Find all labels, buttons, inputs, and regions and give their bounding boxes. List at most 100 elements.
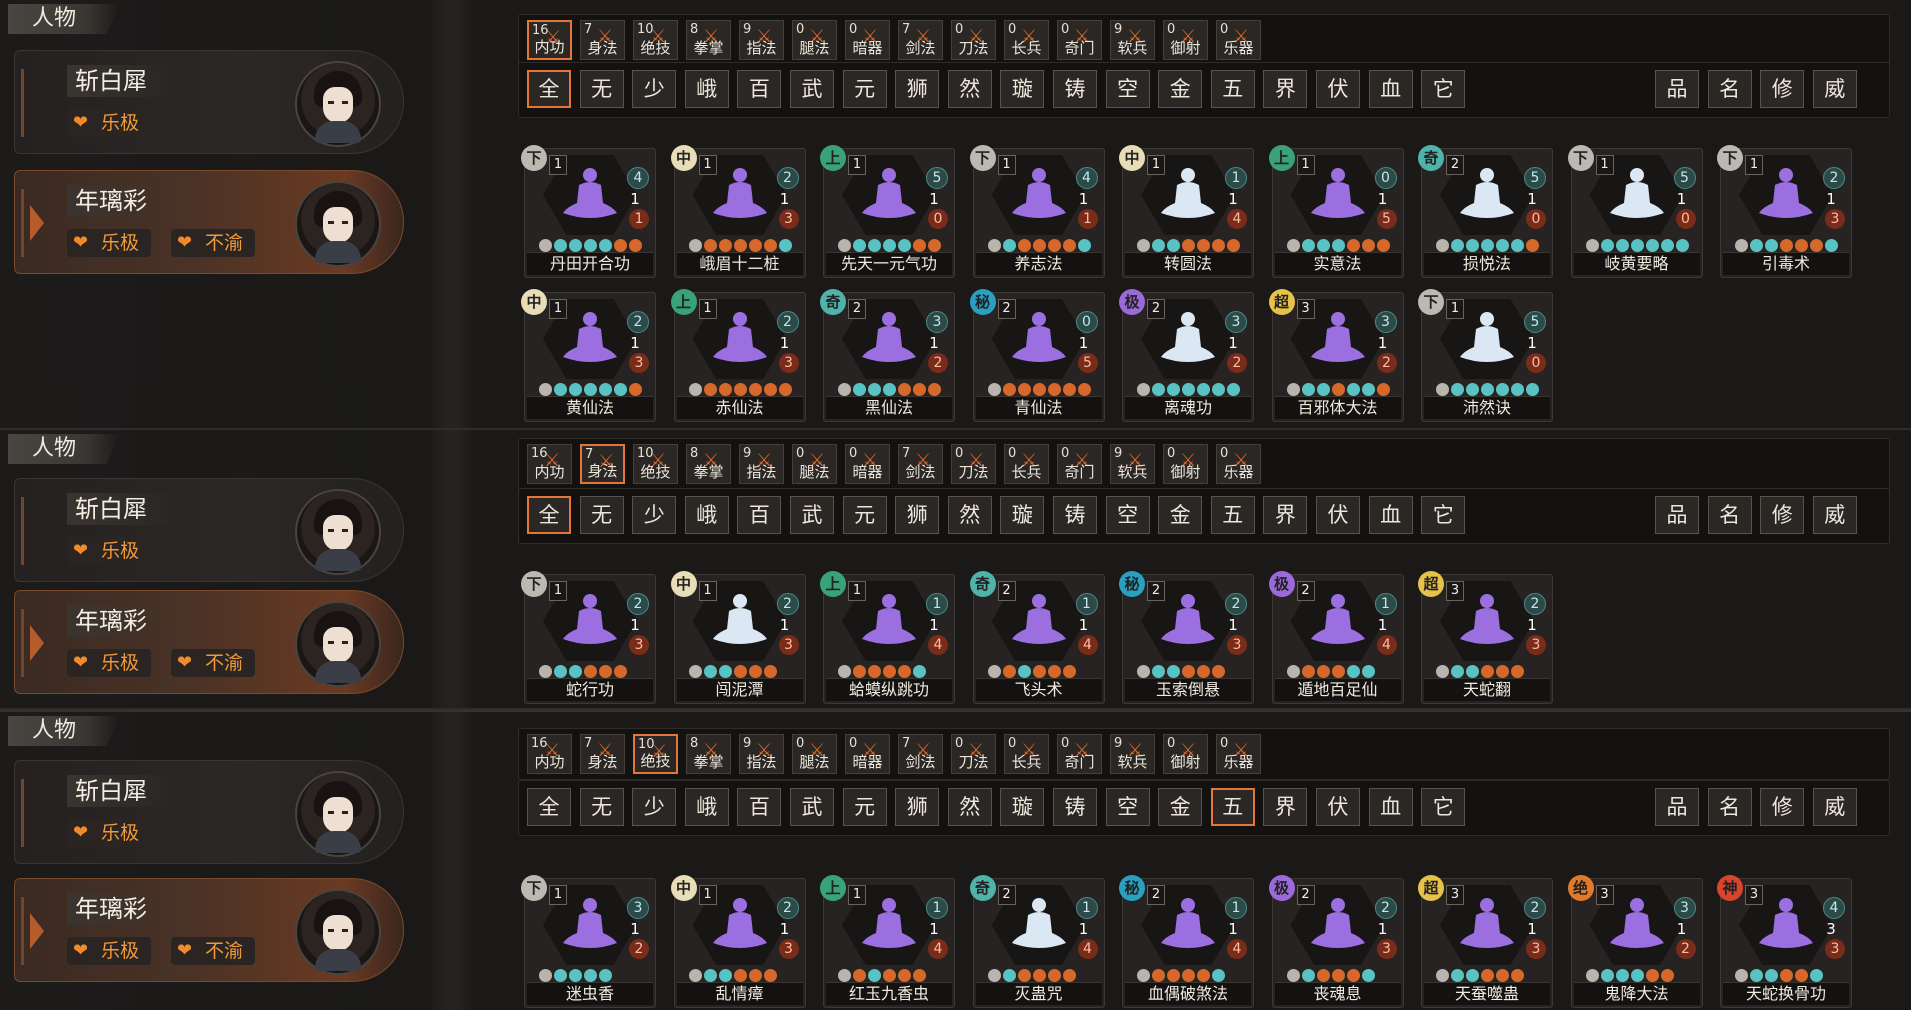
filter-button[interactable]: 峨 — [684, 70, 729, 108]
filter-button[interactable]: 然 — [947, 788, 992, 826]
category-tab[interactable]: 0 ⚔ 御射 — [1163, 20, 1208, 60]
category-tab[interactable]: 7 ⚔ 身法 — [580, 734, 625, 774]
category-tab[interactable]: 0 ⚔ 长兵 — [1004, 20, 1049, 60]
skill-card[interactable]: 极 2 2 1 3 丧魂息 — [1268, 875, 1404, 1008]
filter-button[interactable]: 璇 — [1000, 496, 1045, 534]
skill-card[interactable]: 上 1 2 1 3 赤仙法 — [670, 289, 806, 422]
category-tab[interactable]: 16 ⚔ 内功 — [527, 734, 572, 774]
category-tab[interactable]: 0 ⚔ 腿法 — [792, 734, 837, 774]
skill-card[interactable]: 超 3 2 1 3 天蚕噬蛊 — [1418, 875, 1553, 1008]
filter-button[interactable]: 少 — [632, 496, 677, 534]
category-tab[interactable]: 7 ⚔ 剑法 — [898, 444, 943, 484]
sort-button[interactable]: 修 — [1760, 788, 1805, 826]
sort-button[interactable]: 品 — [1655, 788, 1699, 826]
filter-button[interactable]: 百 — [737, 496, 782, 534]
filter-button[interactable]: 它 — [1421, 788, 1466, 826]
filter-button[interactable]: 全 — [527, 70, 571, 108]
skill-card[interactable]: 下 1 3 1 2 迷虫香 — [521, 875, 656, 1008]
skill-card[interactable]: 极 2 3 1 2 离魂功 — [1119, 289, 1254, 422]
character-card[interactable]: 斩白犀 ❤ 乐极 — [14, 50, 404, 154]
category-tab[interactable]: 8 ⚔ 拳掌 — [686, 444, 731, 484]
skill-card[interactable]: 上 1 1 1 4 红玉九香虫 — [820, 875, 955, 1008]
category-tab[interactable]: 9 ⚔ 指法 — [739, 444, 784, 484]
skill-card[interactable]: 下 1 5 1 0 岐黄要略 — [1567, 145, 1703, 278]
filter-button[interactable]: 界 — [1263, 788, 1308, 826]
filter-button[interactable]: 元 — [842, 788, 887, 826]
filter-button[interactable]: 武 — [790, 70, 834, 108]
category-tab[interactable]: 0 ⚔ 腿法 — [792, 20, 837, 60]
filter-button[interactable]: 金 — [1158, 70, 1203, 108]
filter-button[interactable]: 然 — [947, 70, 992, 108]
category-tab[interactable]: 8 ⚔ 拳掌 — [686, 734, 731, 774]
category-tab[interactable]: 9 ⚔ 指法 — [739, 20, 784, 60]
category-tab[interactable]: 0 ⚔ 长兵 — [1004, 734, 1049, 774]
skill-card[interactable]: 超 3 2 1 3 天蛇翻 — [1418, 571, 1553, 704]
filter-button[interactable]: 铸 — [1053, 496, 1097, 534]
filter-button[interactable]: 元 — [842, 70, 887, 108]
avatar[interactable] — [295, 61, 381, 147]
category-tab[interactable]: 0 ⚔ 暗器 — [845, 20, 890, 60]
skill-card[interactable]: 上 1 5 1 0 先天一元气功 — [820, 145, 955, 278]
category-tab[interactable]: 9 ⚔ 软兵 — [1110, 444, 1155, 484]
filter-button[interactable]: 伏 — [1316, 70, 1360, 108]
skill-card[interactable]: 中 1 1 1 4 转圆法 — [1119, 145, 1254, 278]
filter-button[interactable]: 五 — [1210, 496, 1255, 534]
filter-button[interactable]: 百 — [737, 788, 782, 826]
filter-button[interactable]: 界 — [1263, 496, 1308, 534]
filter-button[interactable]: 全 — [527, 496, 571, 534]
category-tab[interactable]: 0 ⚔ 乐器 — [1216, 734, 1261, 774]
filter-button[interactable]: 峨 — [684, 496, 729, 534]
skill-card[interactable]: 上 1 1 1 4 蛤蟆纵跳功 — [820, 571, 955, 704]
filter-button[interactable]: 铸 — [1053, 70, 1097, 108]
category-tab[interactable]: 0 ⚔ 御射 — [1163, 734, 1208, 774]
filter-button[interactable]: 空 — [1105, 496, 1150, 534]
filter-button[interactable]: 金 — [1158, 496, 1203, 534]
skill-card[interactable]: 奇 2 5 1 0 损悦法 — [1418, 145, 1553, 278]
skill-card[interactable]: 下 1 5 1 0 沛然诀 — [1418, 289, 1553, 422]
category-tab[interactable]: 9 ⚔ 软兵 — [1110, 734, 1155, 774]
filter-button[interactable]: 狮 — [895, 788, 940, 826]
skill-card[interactable]: 奇 2 1 1 4 灭蛊咒 — [969, 875, 1105, 1008]
category-tab[interactable]: 0 ⚔ 奇门 — [1057, 444, 1102, 484]
filter-button[interactable]: 元 — [842, 496, 887, 534]
category-tab[interactable]: 0 ⚔ 刀法 — [951, 20, 996, 60]
category-tab[interactable]: 7 ⚔ 剑法 — [898, 20, 943, 60]
category-tab[interactable]: 0 ⚔ 奇门 — [1057, 734, 1102, 774]
skill-card[interactable]: 极 2 1 1 4 遁地百足仙 — [1268, 571, 1404, 704]
category-tab[interactable]: 10 ⚔ 绝技 — [633, 734, 678, 774]
filter-button[interactable]: 武 — [790, 496, 834, 534]
category-tab[interactable]: 0 ⚔ 乐器 — [1216, 20, 1261, 60]
filter-button[interactable]: 五 — [1210, 70, 1255, 108]
filter-button[interactable]: 璇 — [1000, 70, 1045, 108]
category-tab[interactable]: 16 ⚔ 内功 — [527, 444, 572, 484]
category-tab[interactable]: 0 ⚔ 腿法 — [792, 444, 837, 484]
category-tab[interactable]: 7 ⚔ 身法 — [580, 20, 625, 60]
sort-button[interactable]: 修 — [1760, 496, 1805, 534]
skill-card[interactable]: 下 1 4 1 1 丹田开合功 — [521, 145, 656, 278]
character-card[interactable]: 年璃彩 ❤ 乐极 ❤ 不渝 — [14, 878, 404, 982]
filter-button[interactable]: 界 — [1263, 70, 1308, 108]
skill-card[interactable]: 中 1 2 1 3 峨眉十二桩 — [670, 145, 806, 278]
filter-button[interactable]: 无 — [579, 70, 624, 108]
filter-button[interactable]: 空 — [1105, 788, 1150, 826]
sort-button[interactable]: 威 — [1812, 70, 1857, 108]
avatar[interactable] — [295, 771, 381, 857]
filter-button[interactable]: 铸 — [1053, 788, 1097, 826]
category-tab[interactable]: 8 ⚔ 拳掌 — [686, 20, 731, 60]
sort-button[interactable]: 品 — [1655, 496, 1699, 534]
filter-button[interactable]: 然 — [947, 496, 992, 534]
filter-button[interactable]: 伏 — [1316, 496, 1360, 534]
category-tab[interactable]: 7 ⚔ 剑法 — [898, 734, 943, 774]
character-card[interactable]: 年璃彩 ❤ 乐极 ❤ 不渝 — [14, 590, 404, 694]
sort-button[interactable]: 名 — [1707, 496, 1752, 534]
filter-button[interactable]: 峨 — [684, 788, 729, 826]
sort-button[interactable]: 名 — [1707, 788, 1752, 826]
skill-card[interactable]: 中 1 2 1 3 乱情瘴 — [670, 875, 806, 1008]
filter-button[interactable]: 狮 — [895, 496, 940, 534]
skill-card[interactable]: 超 3 3 1 2 百邪体大法 — [1268, 289, 1404, 422]
category-tab[interactable]: 0 ⚔ 暗器 — [845, 444, 890, 484]
character-card[interactable]: 年璃彩 ❤ 乐极 ❤ 不渝 — [14, 170, 404, 274]
skill-card[interactable]: 秘 2 2 1 3 玉索倒悬 — [1119, 571, 1254, 704]
skill-card[interactable]: 神 3 4 3 3 天蛇换骨功 — [1717, 875, 1852, 1008]
skill-card[interactable]: 奇 2 1 1 4 飞头术 — [969, 571, 1105, 704]
